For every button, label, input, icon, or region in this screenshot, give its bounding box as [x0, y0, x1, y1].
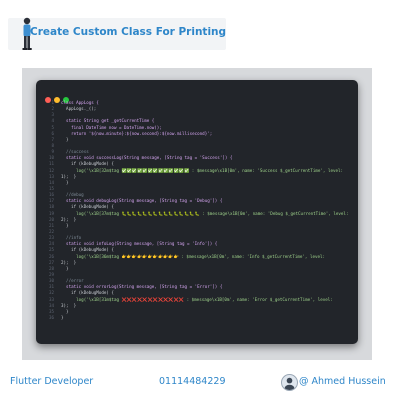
screenshot-frame: 1 class AppLogs {2 AppLogs._(); 3 4 static …: [22, 68, 372, 360]
code-text: log('\x1B[31m$tag ❌❌❌❌❌❌❌❌❌❌❌❌ : $messag…: [61, 296, 333, 302]
code-text: }: [61, 136, 69, 142]
profile-icon: [284, 377, 295, 390]
code-line: 36}: [42, 315, 354, 321]
code-text: log('\x1B[32m$tag ✅✅✅✅✅✅✅✅✅✅✅✅✅ : $messa…: [61, 167, 344, 173]
code-line: 19 log('\x1B[37m$tag 🐛🐛🐛🐛🐛🐛🐛🐛🐛🐛🐛🐛🐛🐛🐛 : $…: [42, 211, 354, 217]
phone-number: 01114484229: [159, 376, 226, 387]
line-number: 36: [48, 314, 54, 320]
code-text: }: [61, 314, 64, 320]
code-text: }: [61, 179, 69, 185]
window-controls: [45, 88, 72, 103]
code-line: 26 log('\x1B[36m$tag 👉👉👉👉👉👉👉👉👉👉👉 : $mess…: [42, 254, 354, 260]
author-handle: @ Ahmed Hussein: [299, 376, 386, 387]
developer-role: Flutter Developer: [10, 376, 94, 387]
code-text: log('\x1B[37m$tag 🐛🐛🐛🐛🐛🐛🐛🐛🐛🐛🐛🐛🐛🐛🐛 : $mes…: [61, 210, 349, 216]
page-title: Create Custom Class For Printing: [30, 26, 227, 38]
code-text: return '${now.minute}:${now.second}:${no…: [61, 130, 213, 136]
code-line: 33 log('\x1B[31m$tag ❌❌❌❌❌❌❌❌❌❌❌❌ : $mes…: [42, 297, 354, 303]
code-text: AppLogs._();: [61, 106, 97, 112]
header-banner: Create Custom Class For Printing: [8, 17, 227, 50]
code-editor-window: 1 class AppLogs {2 AppLogs._(); 3 4 static …: [36, 80, 358, 344]
code-text: }: [61, 222, 69, 228]
code-line: 12 log('\x1B[32m$tag ✅✅✅✅✅✅✅✅✅✅✅✅✅ : $me…: [42, 168, 354, 174]
code-block: 1 class AppLogs {2 AppLogs._(); 3 4 static …: [42, 100, 354, 321]
avatar: [281, 374, 298, 391]
code-text: }: [61, 265, 69, 271]
code-text: log('\x1B[36m$tag 👉👉👉👉👉👉👉👉👉👉👉 : $message…: [61, 253, 326, 259]
